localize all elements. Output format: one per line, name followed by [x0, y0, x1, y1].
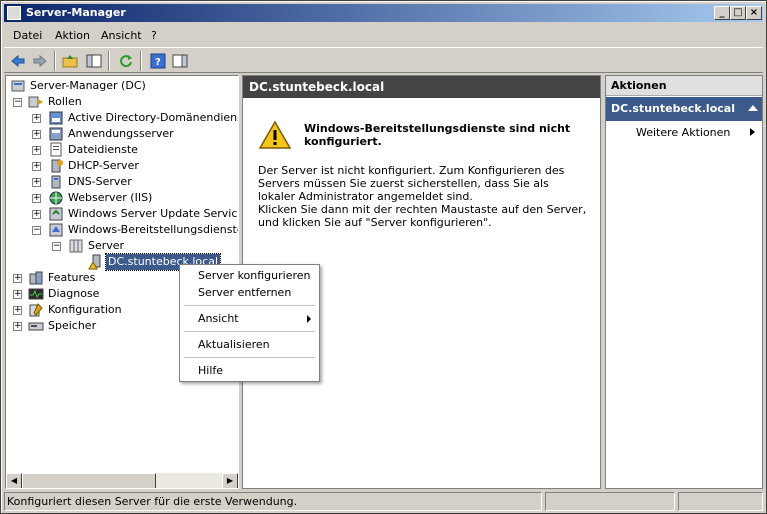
server-manager-window: Server-Manager _ □ × Datei Aktion Ansich…	[0, 0, 767, 514]
menu-bar: Datei Aktion Ansicht ?	[4, 25, 763, 45]
submenu-arrow-icon	[750, 128, 755, 136]
scroll-thumb[interactable]	[22, 473, 156, 488]
help-icon[interactable]: ?	[148, 51, 168, 71]
minimize-button[interactable]: _	[714, 6, 730, 20]
deployment-services-icon	[48, 222, 64, 238]
title-bar[interactable]: Server-Manager _ □ ×	[4, 4, 763, 22]
menu-aktion[interactable]: Aktion	[55, 29, 90, 42]
tree-item-role[interactable]: + DNS-Server	[10, 174, 236, 190]
context-menu-view[interactable]: Ansicht	[198, 312, 239, 325]
tree-item-rollen[interactable]: − Rollen	[10, 94, 230, 110]
expand-icon[interactable]: +	[32, 178, 41, 187]
expand-icon[interactable]: +	[32, 114, 41, 123]
context-menu-help[interactable]: Hilfe	[198, 364, 223, 377]
toolbar: ?	[4, 47, 763, 73]
dns-server-icon	[48, 174, 64, 190]
forward-icon[interactable]	[30, 51, 50, 71]
expand-icon[interactable]: +	[13, 306, 22, 315]
toolbar-separator	[108, 51, 110, 71]
tree-root-server-manager[interactable]: Server-Manager (DC)	[10, 78, 230, 94]
roles-icon	[28, 94, 44, 110]
features-icon	[28, 270, 44, 286]
tree-horizontal-scrollbar[interactable]: ◀ ▶	[6, 473, 238, 488]
status-text: Konfiguriert diesen Server für die erste…	[4, 492, 542, 511]
collapse-icon[interactable]: −	[13, 98, 22, 107]
warning-title: Windows-Bereitstellungsdienste sind nich…	[304, 122, 571, 148]
context-menu: Server konfigurieren Server entfernen An…	[179, 264, 320, 382]
server-manager-icon	[7, 6, 21, 20]
context-menu-remove-server[interactable]: Server entfernen	[198, 286, 291, 299]
status-pane	[545, 492, 675, 511]
expand-icon[interactable]: +	[32, 210, 41, 219]
tree-item-role[interactable]: + Active Directory-Domänendienste	[10, 110, 238, 126]
collapse-arrow-icon[interactable]	[748, 105, 758, 111]
tree-item-role[interactable]: + DHCP-Server	[10, 158, 236, 174]
scroll-right-icon[interactable]: ▶	[222, 473, 238, 488]
tree-item-role[interactable]: + Windows Server Update Services (W	[10, 206, 238, 222]
submenu-arrow-icon	[307, 315, 311, 323]
close-button[interactable]: ×	[746, 6, 762, 20]
svg-text:?: ?	[155, 57, 161, 68]
warning-icon	[88, 254, 104, 270]
server-folder-icon	[68, 238, 84, 254]
expand-icon[interactable]: +	[32, 194, 41, 203]
dhcp-server-icon	[48, 158, 64, 174]
refresh-icon[interactable]	[116, 51, 136, 71]
file-services-icon	[48, 142, 64, 158]
expand-icon[interactable]: +	[32, 130, 41, 139]
tree-item-role[interactable]: + Webserver (IIS)	[10, 190, 236, 206]
actions-section-dc[interactable]: DC.stuntebeck.local	[606, 97, 762, 121]
show-hide-action-pane-icon[interactable]	[170, 51, 190, 71]
context-menu-configure-server[interactable]: Server konfigurieren	[198, 269, 311, 282]
tree-item-server[interactable]: − Server	[10, 238, 236, 254]
configuration-icon	[28, 302, 44, 318]
show-hide-tree-icon[interactable]	[84, 51, 104, 71]
expand-icon[interactable]: +	[32, 146, 41, 155]
tree-item-role[interactable]: + Dateidienste	[10, 142, 236, 158]
window-title: Server-Manager	[26, 6, 126, 19]
server-manager-icon	[10, 78, 26, 94]
back-icon[interactable]	[8, 51, 28, 71]
application-server-icon	[48, 126, 64, 142]
context-menu-separator	[184, 305, 315, 306]
result-pane-header: DC.stuntebeck.local	[243, 76, 600, 98]
storage-icon	[28, 318, 44, 334]
warning-message: Der Server ist nicht konfiguriert. Zum K…	[258, 164, 588, 229]
expand-icon[interactable]: +	[13, 274, 22, 283]
toolbar-separator	[140, 51, 142, 71]
toolbar-separator	[54, 51, 56, 71]
active-directory-icon	[48, 110, 64, 126]
menu-ansicht[interactable]: Ansicht	[101, 29, 142, 42]
expand-icon[interactable]: +	[13, 290, 22, 299]
collapse-icon[interactable]: −	[32, 226, 41, 235]
maximize-button[interactable]: □	[730, 6, 746, 20]
context-menu-refresh[interactable]: Aktualisieren	[198, 338, 270, 351]
expand-icon[interactable]: +	[13, 322, 22, 331]
up-folder-icon[interactable]	[60, 51, 80, 71]
actions-pane: Aktionen DC.stuntebeck.local Weitere Akt…	[605, 75, 763, 489]
warning-message-line: Klicken Sie dann mit der rechten Maustas…	[258, 203, 587, 229]
status-bar: Konfiguriert diesen Server für die erste…	[4, 492, 763, 511]
update-services-icon	[48, 206, 64, 222]
status-pane	[678, 492, 763, 511]
menu-help[interactable]: ?	[151, 29, 157, 42]
menu-datei[interactable]: Datei	[13, 29, 42, 42]
actions-header: Aktionen	[606, 76, 762, 96]
more-actions-link[interactable]: Weitere Aktionen	[636, 126, 730, 139]
context-menu-separator	[184, 357, 315, 358]
diagnostics-icon	[28, 286, 44, 302]
collapse-icon[interactable]: −	[52, 242, 61, 251]
tree-item-role[interactable]: − Windows-Bereitstellungsdienste	[10, 222, 238, 238]
actions-section-label: DC.stuntebeck.local	[611, 102, 735, 115]
tree-item-role[interactable]: + Anwendungsserver	[10, 126, 236, 142]
context-menu-separator	[184, 331, 315, 332]
expand-icon[interactable]: +	[32, 162, 41, 171]
warning-icon	[258, 120, 292, 153]
scroll-left-icon[interactable]: ◀	[6, 473, 22, 488]
warning-message-line: Der Server ist nicht konfiguriert. Zum K…	[258, 164, 565, 203]
web-server-icon	[48, 190, 64, 206]
